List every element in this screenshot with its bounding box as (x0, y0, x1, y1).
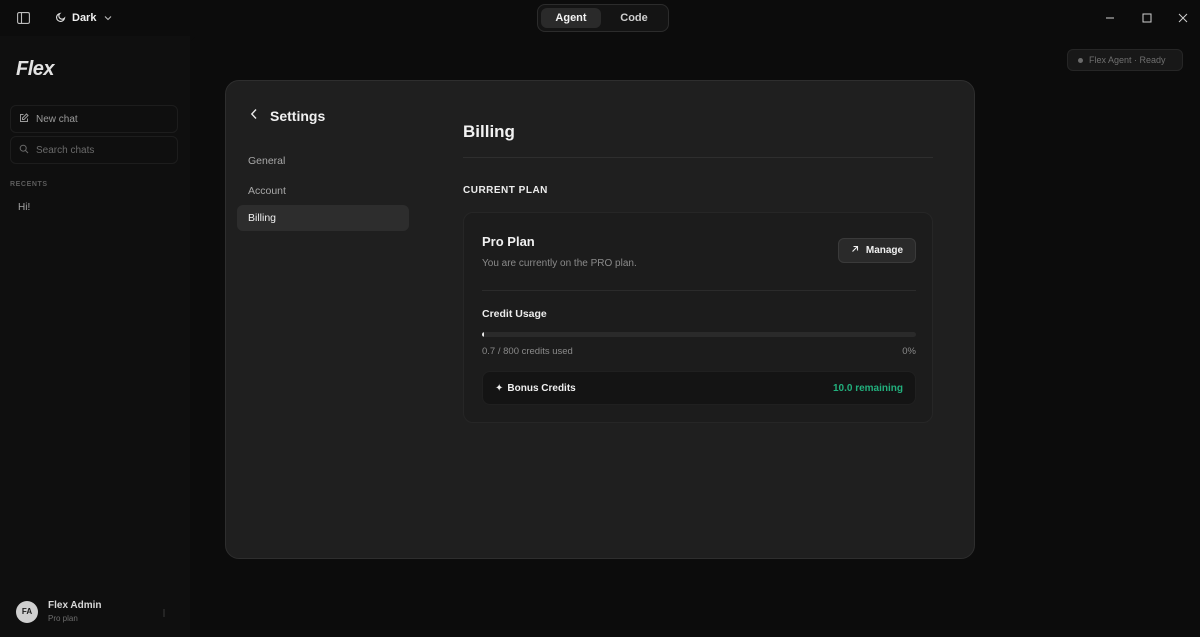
edit-icon (19, 112, 29, 126)
settings-nav-billing[interactable]: Billing (237, 205, 409, 231)
theme-toggle[interactable]: Dark (56, 10, 112, 26)
credit-usage-percent: 0% (902, 346, 916, 357)
agent-status-badge: Flex Agent · Ready (1067, 49, 1183, 71)
card-divider (482, 290, 916, 291)
status-dot-icon (1078, 57, 1083, 63)
bonus-credits-label: Bonus Credits (507, 382, 576, 394)
search-chats-input[interactable]: Search chats (10, 136, 178, 164)
moon-icon (56, 12, 66, 25)
sparkle-icon: ✦ (495, 382, 504, 394)
settings-title: Settings (270, 108, 326, 124)
app-window: Dark Agent Code Flex New chat Search cha… (0, 0, 1200, 637)
plan-description: You are currently on the PRO plan. (482, 258, 637, 269)
settings-modal: Settings General Account Billing Billing… (225, 80, 975, 559)
new-chat-label: New chat (36, 113, 78, 125)
bonus-credits-row: ✦ Bonus Credits 10.0 remaining (482, 371, 916, 405)
sidebar: Flex New chat Search chats RECENTS Hi! F… (0, 36, 190, 637)
bonus-remaining: 10.0 remaining (832, 382, 903, 394)
credit-progress-bar (482, 332, 916, 337)
mode-switch: Agent Code (537, 4, 669, 32)
search-placeholder: Search chats (36, 144, 95, 156)
app-logo: Flex (16, 58, 55, 80)
credit-usage-label: Credit Usage (482, 308, 547, 320)
maximize-icon[interactable] (1139, 10, 1155, 26)
section-heading: CURRENT PLAN (463, 185, 548, 196)
recents-heading: RECENTS (10, 181, 48, 188)
page-title: Billing (463, 122, 515, 141)
heading-divider (463, 157, 933, 158)
settings-back-button[interactable]: Settings (250, 107, 325, 125)
tab-agent[interactable]: Agent (541, 8, 601, 28)
credit-progress-fill (482, 332, 484, 337)
theme-label: Dark (72, 12, 97, 24)
plan-name: Pro Plan (482, 234, 535, 249)
settings-nav-general[interactable]: General (237, 148, 409, 174)
chevron-down-icon (104, 12, 112, 24)
credit-usage-text: 0.7 / 800 credits used (482, 346, 573, 357)
new-chat-button[interactable]: New chat (10, 105, 178, 133)
user-profile[interactable]: FA Flex Admin Pro plan (16, 600, 102, 623)
sidebar-toggle-icon[interactable] (14, 10, 32, 26)
settings-nav-account[interactable]: Account (237, 178, 409, 204)
tab-code[interactable]: Code (603, 8, 665, 28)
manage-button[interactable]: Manage (838, 238, 916, 263)
agent-status-text: Flex Agent · Ready (1089, 55, 1166, 65)
user-name: Flex Admin (48, 600, 102, 611)
avatar: FA (16, 600, 38, 623)
chevron-left-icon (250, 107, 258, 125)
plan-card: Pro Plan You are currently on the PRO pl… (463, 212, 933, 423)
title-bar: Dark Agent Code (0, 0, 1200, 36)
user-plan: Pro plan (48, 614, 78, 623)
recent-chat-item[interactable]: Hi! (18, 202, 30, 213)
manage-label: Manage (865, 245, 904, 256)
search-icon (19, 144, 29, 157)
more-options-icon[interactable] (162, 608, 166, 618)
minimize-icon[interactable] (1102, 10, 1118, 26)
external-link-icon (851, 245, 859, 256)
close-icon[interactable] (1175, 10, 1191, 26)
